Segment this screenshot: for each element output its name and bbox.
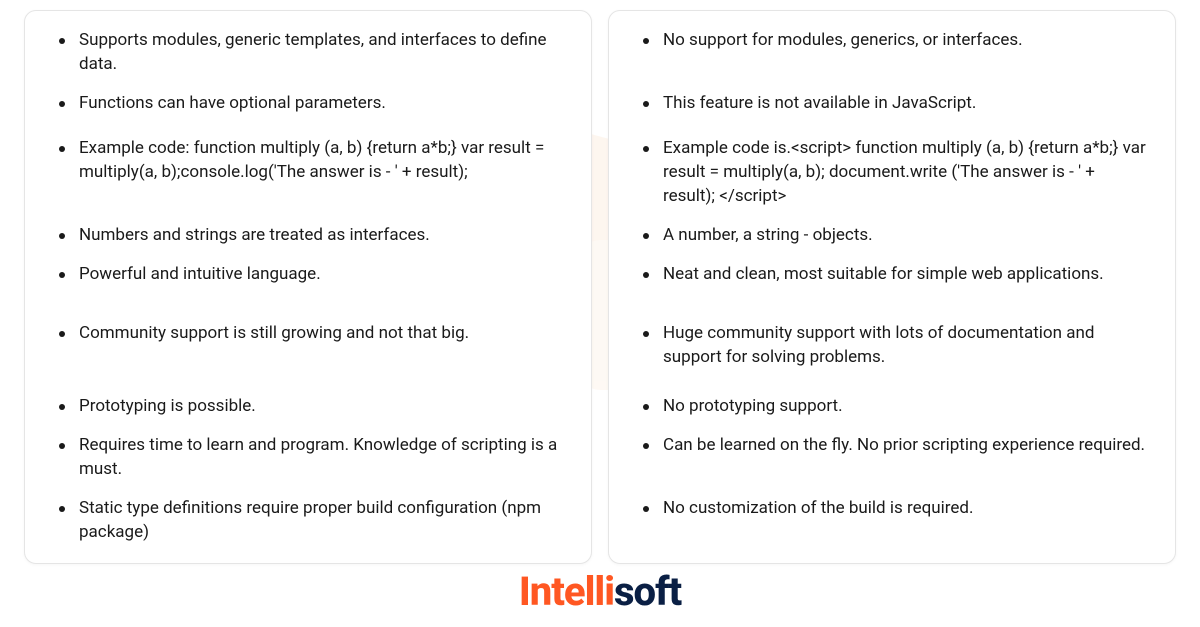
right-list: No support for modules, generics, or int…	[637, 29, 1147, 521]
list-item: Powerful and intuitive language.	[53, 263, 563, 307]
list-item: Numbers and strings are treated as inter…	[53, 224, 563, 248]
list-item: Neat and clean, most suitable for simple…	[637, 263, 1147, 307]
comparison-columns: Supports modules, generic templates, and…	[0, 0, 1200, 564]
brand-logo: Intellisoft	[519, 568, 681, 615]
right-card: No support for modules, generics, or int…	[608, 10, 1176, 564]
list-item: Static type definitions require proper b…	[53, 497, 563, 545]
list-item: Community support is still growing and n…	[53, 322, 563, 380]
list-item: No customization of the build is require…	[637, 497, 1147, 521]
left-list: Supports modules, generic templates, and…	[53, 29, 563, 545]
list-item: Requires time to learn and program. Know…	[53, 434, 563, 482]
list-item: Functions can have optional parameters.	[53, 92, 563, 122]
list-item: A number, a string - objects.	[637, 224, 1147, 248]
logo-part-orange: Intelli	[519, 568, 614, 615]
logo-part-dark: soft	[614, 568, 681, 615]
list-item: Can be learned on the fly. No prior scri…	[637, 434, 1147, 482]
list-item: Supports modules, generic templates, and…	[53, 29, 563, 77]
list-item: Example code is.<script> function multip…	[637, 137, 1147, 209]
list-item: Huge community support with lots of docu…	[637, 322, 1147, 380]
list-item: No support for modules, generics, or int…	[637, 29, 1147, 77]
list-item: No prototyping support.	[637, 395, 1147, 419]
list-item: Prototyping is possible.	[53, 395, 563, 419]
list-item: Example code: function multiply (a, b) {…	[53, 137, 563, 209]
left-card: Supports modules, generic templates, and…	[24, 10, 592, 564]
list-item: This feature is not available in JavaScr…	[637, 92, 1147, 122]
